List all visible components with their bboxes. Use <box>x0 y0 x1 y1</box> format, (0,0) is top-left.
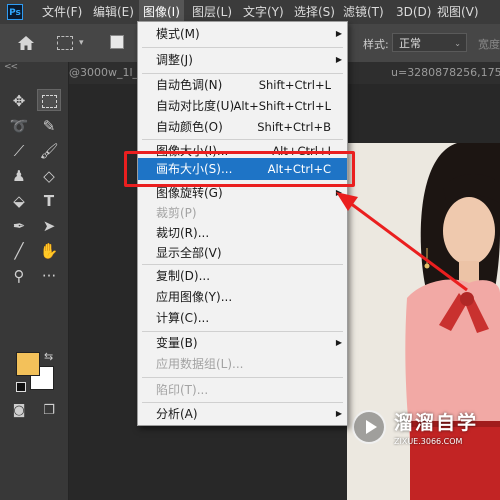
zoom-tool-icon[interactable]: ⚲ <box>7 265 31 287</box>
annotation-highlight-box <box>124 151 355 187</box>
watermark-title: 溜溜自学 <box>394 412 479 434</box>
quick-select-tool-icon[interactable]: ✎ <box>37 115 61 137</box>
menu-item-trim[interactable]: 裁切(R)... <box>138 222 347 244</box>
line-tool-icon[interactable]: ╱ <box>7 240 31 262</box>
eraser-tool-icon[interactable]: ◇ <box>37 165 61 187</box>
hand-tool-icon[interactable]: ✋ <box>37 240 61 262</box>
stamp-tool-icon[interactable]: ♟ <box>7 165 31 187</box>
menu-item-adjustments[interactable]: 调整(J) ▶ <box>138 49 347 71</box>
submenu-arrow-icon: ▶ <box>335 55 342 64</box>
menu-file[interactable]: 文件(F) <box>42 0 82 24</box>
type-tool-icon[interactable]: T <box>37 190 61 212</box>
play-logo-icon <box>352 410 386 444</box>
style-select-value: 正常 <box>399 37 421 50</box>
quick-mask-icon[interactable]: ◙ <box>7 400 31 422</box>
menu-item-apply-image[interactable]: 应用图像(Y)... <box>138 286 347 308</box>
brush-tool-icon[interactable]: 🖌 <box>37 140 61 162</box>
menu-item-calculations[interactable]: 计算(C)... <box>138 307 347 329</box>
image-dropdown-menu: 模式(M) ▶ 调整(J) ▶ 自动色调(N) Shift+Ctrl+L 自动对… <box>137 21 348 426</box>
move-tool-icon[interactable]: ✥ <box>7 90 31 112</box>
menu-edit[interactable]: 编辑(E) <box>93 0 134 24</box>
default-colors-icon[interactable] <box>16 382 26 392</box>
path-select-tool-icon[interactable]: ➤ <box>37 215 61 237</box>
menu-3d[interactable]: 3D(D) <box>396 0 431 24</box>
tool-panel: << ✥ ➰ ✎ ⟋ 🖌 ♟ ◇ ⬙ T ✒ ➤ ╱ ✋ ⚲ ··· ⇆ ◙ ❐ <box>0 62 69 500</box>
menu-item-trap: 陷印(T)... <box>156 383 209 397</box>
menu-item-duplicate[interactable]: 复制(D)... <box>138 265 347 287</box>
menu-view[interactable]: 视图(V) <box>437 0 479 24</box>
menu-divider <box>142 47 343 48</box>
menu-item-reveal-all[interactable]: 显示全部(V) <box>138 242 347 264</box>
chevron-down-icon[interactable]: ▾ <box>79 38 84 48</box>
submenu-arrow-icon: ▶ <box>335 409 342 418</box>
menu-divider <box>142 377 343 378</box>
collapse-panel-icon[interactable]: << <box>4 62 18 72</box>
paint-bucket-tool-icon[interactable]: ⬙ <box>7 190 31 212</box>
watermark-url: ZIXUE.3066.COM <box>394 437 463 446</box>
menu-filter[interactable]: 滤镜(T) <box>343 0 384 24</box>
swap-colors-icon[interactable]: ⇆ <box>44 350 53 363</box>
document-tab[interactable]: u=3280878256,1756 <box>391 62 500 84</box>
style-label: 样式: <box>363 38 389 51</box>
submenu-arrow-icon: ▶ <box>335 338 342 347</box>
width-label: 宽度 <box>478 38 500 51</box>
chevron-down-icon: ⌄ <box>454 39 461 48</box>
more-tools-icon[interactable]: ··· <box>37 265 61 287</box>
home-icon[interactable] <box>18 36 34 50</box>
style-select[interactable]: 正常 ⌄ <box>392 33 467 52</box>
submenu-arrow-icon: ▶ <box>335 29 342 38</box>
new-selection-icon[interactable] <box>110 35 124 49</box>
menu-item-variables[interactable]: 变量(B) ▶ <box>138 332 347 354</box>
menu-item-auto-color[interactable]: 自动颜色(O) Shift+Ctrl+B <box>138 116 347 138</box>
menu-item-auto-tone[interactable]: 自动色调(N) Shift+Ctrl+L <box>138 74 347 96</box>
menu-item-analysis[interactable]: 分析(A) ▶ <box>138 403 347 425</box>
rect-marquee-tool-icon[interactable] <box>37 89 61 111</box>
menu-item-mode[interactable]: 模式(M) ▶ <box>138 23 347 45</box>
menu-item-auto-contrast[interactable]: 自动对比度(U) Alt+Shift+Ctrl+L <box>138 95 347 117</box>
foreground-color-swatch[interactable] <box>16 352 40 376</box>
menu-item-crop: 裁剪(P) <box>156 206 197 220</box>
menu-item-apply-data-set: 应用数据组(L)... <box>156 357 244 371</box>
eyedropper-tool-icon[interactable]: ⟋ <box>7 140 31 162</box>
watermark: 溜溜自学 ZIXUE.3066.COM <box>352 404 476 456</box>
screen-mode-icon[interactable]: ❐ <box>37 400 61 422</box>
lasso-tool-icon[interactable]: ➰ <box>7 115 31 137</box>
rect-marquee-preset-icon[interactable] <box>57 36 73 50</box>
photoshop-logo: Ps <box>7 4 23 20</box>
pen-tool-icon[interactable]: ✒ <box>7 215 31 237</box>
